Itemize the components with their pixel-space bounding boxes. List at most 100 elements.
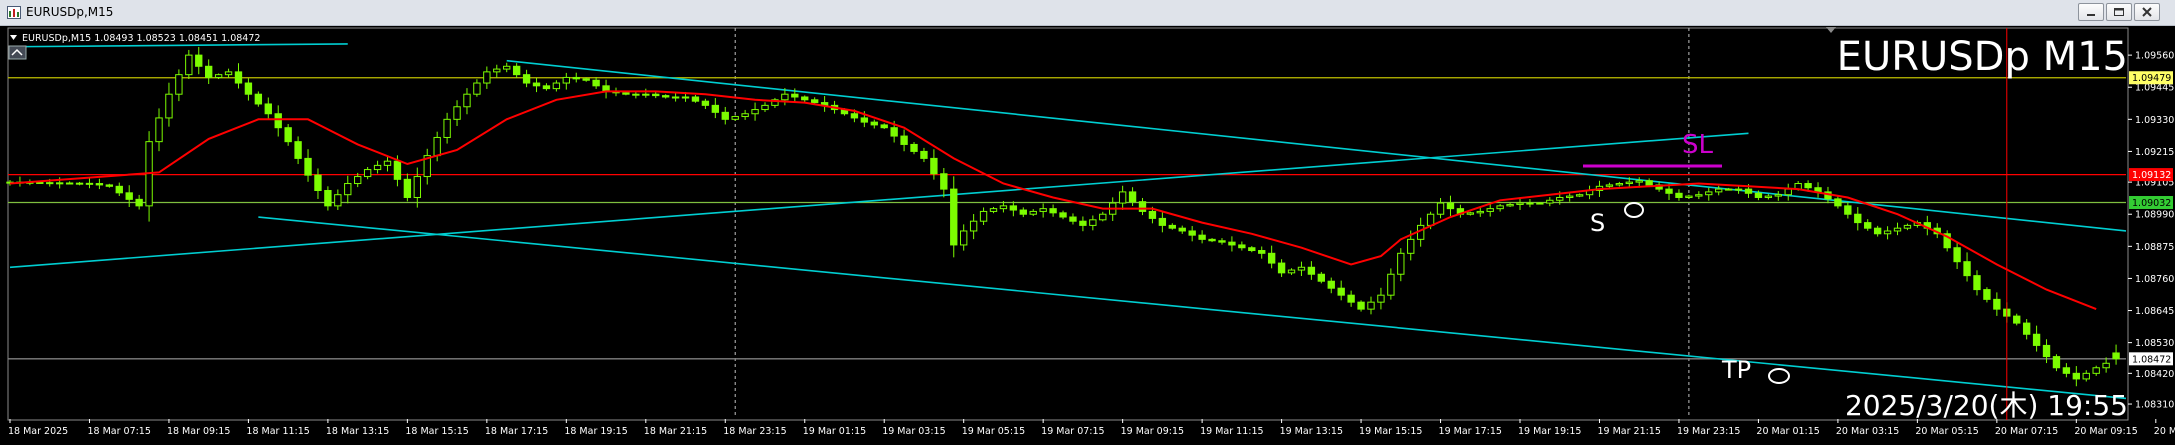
price-chart[interactable]: SL S TP EURUSDp M15 2025/3/20(木) 19:55 E…	[0, 26, 2175, 445]
candle-body	[2082, 372, 2090, 380]
candle-body	[65, 182, 74, 185]
candle-body	[393, 160, 402, 180]
s-entry-circle[interactable]	[1624, 202, 1644, 218]
candle-body	[1685, 195, 1693, 198]
restore-button[interactable]	[2106, 3, 2132, 21]
candle-body	[1168, 224, 1176, 229]
trend-line[interactable]	[9, 43, 348, 48]
candle-body	[1128, 191, 1137, 203]
collapse-triangle-icon[interactable]	[10, 35, 17, 40]
candle-body	[642, 93, 650, 96]
candle-body	[214, 74, 223, 78]
candle-body	[1337, 287, 1345, 296]
candle-body	[1218, 240, 1226, 243]
candle-body	[413, 176, 421, 198]
minimize-button[interactable]	[2078, 3, 2104, 21]
chart-app-icon	[7, 6, 21, 19]
candle-body	[1208, 238, 1216, 242]
candle-body	[1307, 266, 1316, 275]
candle-body	[1784, 188, 1792, 196]
price-tick-label: 1.09330	[2135, 115, 2174, 126]
time-tick-label: 19 Mar 03:15	[882, 426, 945, 437]
candle-body	[363, 169, 372, 178]
candle-body	[860, 117, 869, 123]
candle-body	[1496, 205, 1504, 210]
time-tick-label: 18 Mar 19:15	[564, 426, 627, 437]
tp-circle[interactable]	[1768, 368, 1790, 384]
time-tick-label: 18 Mar 21:15	[644, 426, 707, 437]
symbol-info-line: EURUSDp,M15 1.08493 1.08523 1.08451 1.08…	[22, 33, 260, 44]
candle-body	[1854, 213, 1862, 224]
candle-body	[2052, 356, 2061, 369]
candle-body	[1556, 196, 1564, 201]
candle-body	[294, 141, 302, 159]
tp-label: TP	[1721, 356, 1751, 384]
info-bar: EURUSDp,M15 1.08493 1.08523 1.08451 1.08…	[10, 33, 260, 44]
trend-line[interactable]	[9, 132, 1749, 269]
candle-body	[264, 103, 272, 115]
chart-shift-marker-icon[interactable]	[1826, 27, 1836, 33]
one-click-panel-icon[interactable]	[8, 45, 27, 60]
candle-body	[1953, 247, 1961, 263]
annotations[interactable]: SL S TP	[1583, 130, 1790, 384]
candles	[6, 46, 2120, 387]
candle-body	[1903, 224, 1912, 229]
price-tick-label: 1.08645	[2135, 306, 2174, 317]
time-tick-label: 19 Mar 13:15	[1280, 426, 1343, 437]
candle-body	[1019, 209, 1027, 215]
candle-body	[1963, 261, 1971, 277]
time-tick-label: 18 Mar 23:15	[723, 426, 786, 437]
candle-body	[2032, 333, 2041, 346]
candle-body	[562, 76, 570, 84]
candle-body	[1516, 202, 1524, 205]
candle-body	[1764, 195, 1773, 198]
candle-body	[1695, 194, 1703, 197]
chart-area[interactable]: SL S TP EURUSDp M15 2025/3/20(木) 19:55 E…	[0, 26, 2175, 445]
close-button[interactable]	[2134, 3, 2160, 21]
candle-body	[1407, 238, 1415, 254]
candle-body	[2102, 362, 2110, 369]
candle-body	[880, 124, 888, 129]
candle-body	[105, 184, 114, 187]
price-tick-label: 1.08530	[2135, 338, 2174, 349]
price-tick-label: 1.08875	[2135, 242, 2174, 253]
candle-body	[1466, 212, 1475, 215]
candle-body	[205, 65, 213, 78]
candle-body	[224, 71, 233, 76]
candle-body	[870, 121, 878, 126]
trend-lines[interactable]	[9, 43, 2127, 400]
trend-line[interactable]	[258, 216, 2127, 400]
candle-body	[592, 79, 600, 87]
time-tick-label: 19 Mar 11:15	[1200, 426, 1263, 437]
candle-body	[999, 205, 1008, 210]
candle-body	[324, 190, 332, 207]
candle-body	[1297, 266, 1306, 271]
price-tick-label: 1.08420	[2135, 369, 2174, 380]
candle-body	[1546, 199, 1554, 204]
candle-body	[1287, 269, 1296, 274]
day-separators	[734, 28, 1690, 418]
candle-body	[1486, 208, 1494, 212]
candle-body	[2013, 315, 2021, 324]
candle-body	[1804, 183, 1812, 189]
candle-body	[334, 194, 342, 207]
candle-body	[1635, 180, 1643, 183]
price-tick-label: 1.09445	[2135, 83, 2174, 94]
candle-body	[155, 117, 163, 143]
candle-body	[2072, 372, 2081, 380]
candle-body	[453, 106, 461, 120]
candle-body	[304, 157, 312, 176]
price-tag-label: 1.08472	[2132, 354, 2171, 365]
candle-body	[314, 174, 322, 192]
candle-body	[403, 178, 412, 198]
candle-body	[1118, 191, 1127, 204]
trend-line[interactable]	[506, 59, 2127, 232]
candle-body	[1993, 298, 2001, 310]
candle-body	[1774, 194, 1782, 197]
candle-body	[741, 113, 749, 118]
candle-body	[1864, 222, 1872, 229]
candle-body	[701, 100, 710, 106]
candle-body	[1675, 192, 1683, 198]
window-title: EURUSDp,M15	[26, 5, 114, 19]
candle-body	[969, 220, 978, 232]
